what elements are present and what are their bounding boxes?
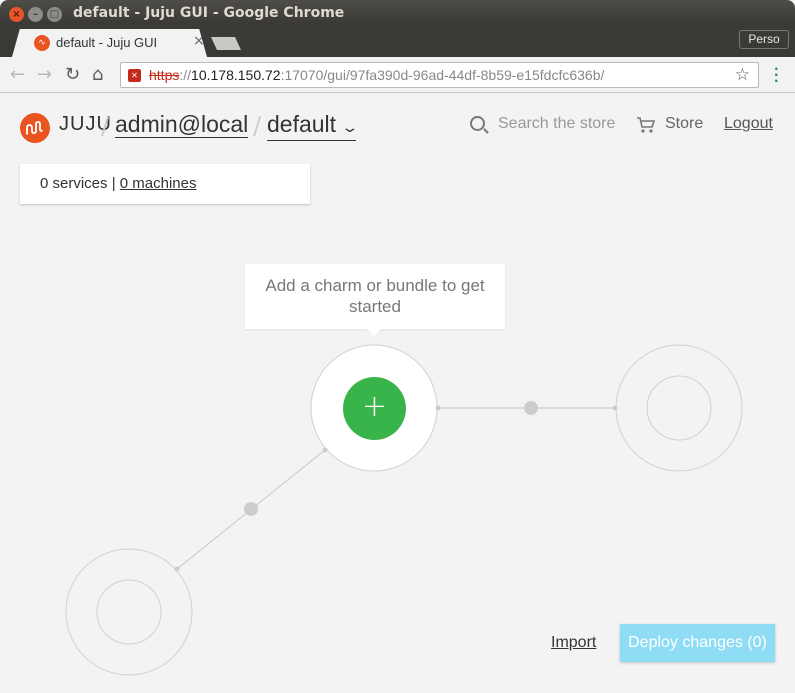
connector-dot xyxy=(612,405,618,411)
add-charm-button[interactable]: + xyxy=(343,377,406,440)
relation-midpoint xyxy=(524,401,538,415)
connector-dot xyxy=(435,405,441,411)
connector-dot xyxy=(174,566,180,572)
connector-dot xyxy=(322,447,328,453)
relation-midpoint xyxy=(244,502,258,516)
placeholder-service-outer xyxy=(615,344,743,472)
topology-canvas xyxy=(65,344,743,676)
placeholder-service-outer xyxy=(65,548,193,676)
placeholder-service-inner xyxy=(646,375,712,441)
get-started-tooltip: Add a charm or bundle to get started xyxy=(245,264,505,336)
deploy-changes-button[interactable]: Deploy changes (0) xyxy=(620,624,775,662)
placeholder-service-inner xyxy=(96,579,162,645)
import-link[interactable]: Import xyxy=(551,634,596,652)
